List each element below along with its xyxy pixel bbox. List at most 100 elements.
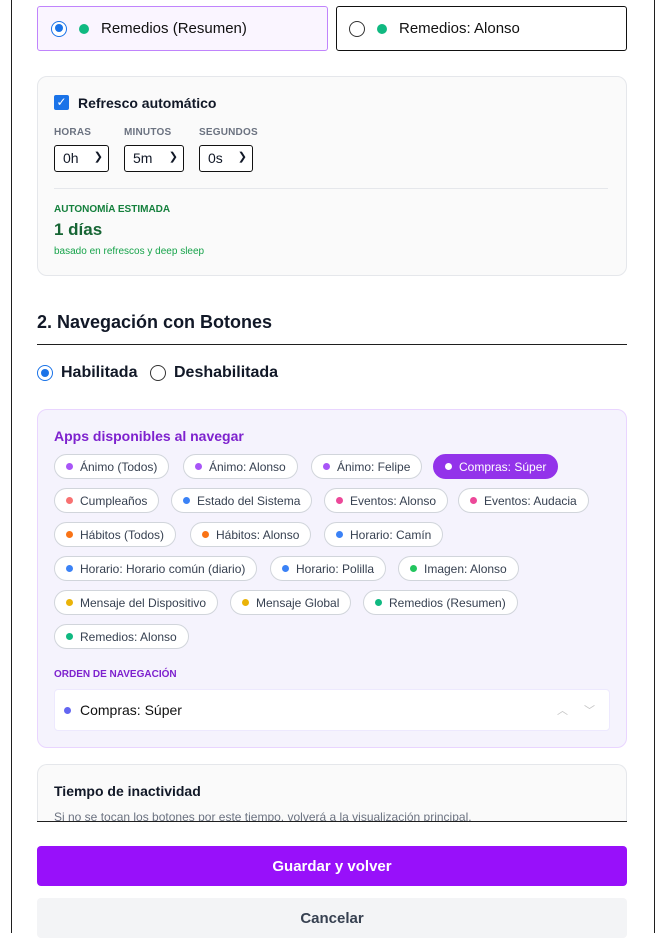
order-dot-icon <box>64 706 71 714</box>
app-chip-selected[interactable]: Compras: Súper <box>433 454 559 479</box>
app-dot-icon <box>242 599 249 606</box>
idle-title: Tiempo de inactividad <box>54 783 201 799</box>
apps-card: Apps disponibles al navegar Ánimo (Todos… <box>37 409 627 748</box>
app-chip-label: Compras: Súper <box>459 459 547 474</box>
radio-unselected-icon[interactable] <box>349 20 365 37</box>
hours-select[interactable]: 0h ❯ <box>54 145 109 172</box>
minutes-select-value: 5m <box>133 150 153 166</box>
radio-unselected-icon[interactable] <box>150 365 166 381</box>
app-chip[interactable]: Horario: Polilla <box>270 556 387 581</box>
minutes-select[interactable]: 5m ❯ <box>124 145 184 172</box>
app-dot-icon <box>336 497 343 504</box>
frame-border-left <box>11 0 12 933</box>
app-chip[interactable]: Horario: Camín <box>324 522 444 547</box>
app-dot-icon <box>66 633 73 640</box>
app-chip[interactable]: Cumpleaños <box>54 488 160 513</box>
app-chip-label: Estado del Sistema <box>197 493 301 508</box>
app-dot-icon <box>202 531 209 538</box>
app-chip[interactable]: Eventos: Alonso <box>324 488 449 513</box>
app-chip[interactable]: Horario: Horario común (diario) <box>54 556 258 581</box>
source-option-remedios-resumen[interactable]: Remedios (Resumen) <box>37 6 328 51</box>
autonomy-note: basado en refrescos y deep sleep <box>54 246 205 257</box>
chevron-down-icon: ❯ <box>237 151 247 163</box>
app-chip[interactable]: Ánimo (Todos) <box>54 454 170 479</box>
app-chip-label: Hábitos (Todos) <box>80 527 165 542</box>
navigation-enabled-label: Habilitada <box>61 364 138 381</box>
auto-refresh-label[interactable]: Refresco automático <box>78 95 216 111</box>
app-chip[interactable]: Eventos: Audacia <box>458 488 589 513</box>
app-dot-icon <box>66 565 73 572</box>
app-chip-label: Remedios (Resumen) <box>389 595 506 610</box>
frame-border-right <box>654 0 655 933</box>
app-chip-label: Eventos: Audacia <box>484 493 577 508</box>
idle-card: Tiempo de inactividad Si no se tocan los… <box>37 764 627 822</box>
chevron-down-icon: ❯ <box>93 151 103 163</box>
app-chip[interactable]: Hábitos (Todos) <box>54 522 177 547</box>
source-option-remedios-alonso[interactable]: Remedios: Alonso <box>336 6 627 51</box>
app-chip[interactable]: Mensaje del Dispositivo <box>54 590 219 615</box>
app-chip-label: Cumpleaños <box>80 493 148 508</box>
seconds-select[interactable]: 0s ❯ <box>199 145 253 172</box>
app-dot-icon <box>410 565 417 572</box>
order-item-label: Compras: Súper <box>80 702 182 718</box>
checkbox-checked-icon[interactable]: ✓ <box>54 95 69 110</box>
navigation-enabled-option[interactable]: Habilitada <box>37 364 137 382</box>
app-dot-icon <box>282 565 289 572</box>
app-dot-icon <box>66 531 73 538</box>
app-chip-label: Horario: Polilla <box>296 561 375 576</box>
status-dot-icon <box>377 23 387 34</box>
app-dot-icon <box>445 463 452 470</box>
navigation-order-label: ORDEN DE NAVEGACIÓN <box>54 669 177 680</box>
app-chip[interactable]: Remedios: Alonso <box>54 624 189 649</box>
chevron-down-icon: ❯ <box>168 151 178 163</box>
seconds-select-value: 0s <box>208 150 223 166</box>
app-chip-label: Remedios: Alonso <box>80 629 177 644</box>
app-chip-label: Ánimo: Alonso <box>209 459 286 474</box>
app-dot-icon <box>66 599 73 606</box>
section-title-navigation: 2. Navegación con Botones <box>37 312 273 332</box>
hours-select-value: 0h <box>63 150 79 166</box>
status-dot-icon <box>79 23 89 34</box>
move-down-icon[interactable]: ﹀ <box>584 702 595 718</box>
radio-selected-icon[interactable] <box>51 20 67 37</box>
app-dot-icon <box>195 463 202 470</box>
section-divider <box>37 344 627 345</box>
app-chip-label: Horario: Camín <box>350 527 432 542</box>
apps-title: Apps disponibles al navegar <box>54 428 244 444</box>
app-dot-icon <box>323 463 330 470</box>
save-button[interactable]: Guardar y volver <box>37 846 627 886</box>
order-controls: ︿ ﹀ <box>557 702 595 718</box>
source-option-label: Remedios (Resumen) <box>101 20 247 37</box>
app-chip-label: Imagen: Alonso <box>424 561 507 576</box>
app-dot-icon <box>183 497 190 504</box>
app-dot-icon <box>66 463 73 470</box>
app-chip[interactable]: Remedios (Resumen) <box>363 590 518 615</box>
app-chip[interactable]: Imagen: Alonso <box>398 556 519 581</box>
app-dot-icon <box>336 531 343 538</box>
minutes-label: MINUTOS <box>124 127 172 138</box>
navigation-disabled-label: Deshabilitada <box>174 364 279 381</box>
app-chip[interactable]: Mensaje Global <box>230 590 352 615</box>
refresh-card: ✓ Refresco automático HORAS MINUTOS SEGU… <box>37 76 627 276</box>
hours-label: HORAS <box>54 127 92 138</box>
cancel-button[interactable]: Cancelar <box>37 898 627 938</box>
navigation-disabled-option[interactable]: Deshabilitada <box>150 364 278 382</box>
scroll-area-divider <box>37 821 627 822</box>
app-chip[interactable]: Ánimo: Felipe <box>311 454 423 479</box>
app-chip[interactable]: Ánimo: Alonso <box>183 454 298 479</box>
source-option-label: Remedios: Alonso <box>399 20 520 37</box>
divider <box>54 188 608 189</box>
move-up-icon[interactable]: ︿ <box>557 702 568 718</box>
app-chip-label: Mensaje del Dispositivo <box>80 595 207 610</box>
app-chip-label: Ánimo: Felipe <box>337 459 411 474</box>
app-chip-label: Ánimo (Todos) <box>80 459 158 474</box>
app-dot-icon <box>66 497 73 504</box>
navigation-order-item[interactable]: Compras: Súper ︿ ﹀ <box>54 689 610 731</box>
app-dot-icon <box>375 599 382 606</box>
autonomy-label: AUTONOMÍA ESTIMADA <box>54 204 171 215</box>
app-chip[interactable]: Estado del Sistema <box>171 488 313 513</box>
radio-selected-icon[interactable] <box>37 365 53 381</box>
app-chip-label: Eventos: Alonso <box>350 493 437 508</box>
app-chip-label: Horario: Horario común (diario) <box>80 561 246 576</box>
app-chip[interactable]: Hábitos: Alonso <box>190 522 312 547</box>
